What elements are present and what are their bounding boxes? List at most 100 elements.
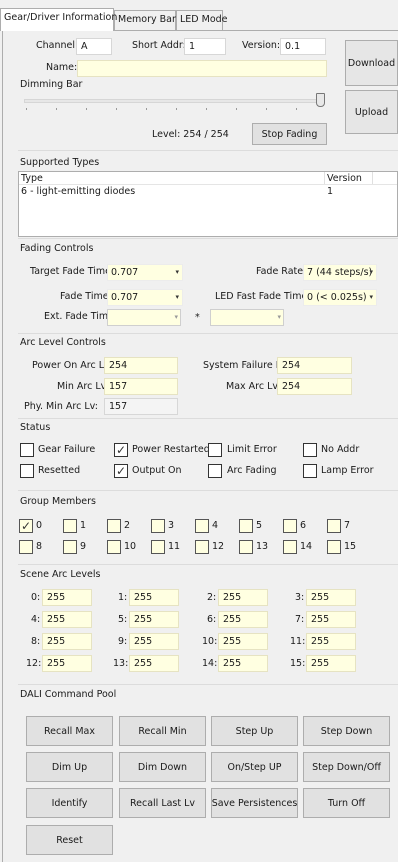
stop-fading-button[interactable]: Stop Fading (252, 123, 327, 145)
step-up-button[interactable]: Step Up (211, 716, 298, 746)
scene-3-label: 3: (295, 592, 305, 603)
check-icon: ✓ (115, 464, 127, 478)
version-column-header[interactable]: Version (327, 173, 362, 184)
power-on-arc-input[interactable]: 254 (104, 357, 178, 374)
scene-5-input[interactable]: 255 (129, 611, 179, 628)
tab-led-mode[interactable]: LED Mode (176, 10, 228, 30)
target-fade-time-select[interactable]: 0.707 ▾ (107, 264, 183, 281)
fade-rate-label: Fade Rate: (256, 266, 307, 277)
target-fade-time-label: Target Fade Time: (30, 266, 115, 277)
group-11-checkbox[interactable] (151, 540, 165, 554)
fade-time-select[interactable]: 0.707 ▾ (107, 289, 183, 306)
scene-15-input[interactable]: 255 (306, 655, 356, 672)
step-down-off-button[interactable]: Step Down/Off (303, 752, 390, 782)
type-column-header[interactable]: Type (21, 173, 43, 184)
no-addr-checkbox[interactable] (303, 443, 317, 457)
group-1-checkbox[interactable] (63, 519, 77, 533)
on-step-up-button[interactable]: On/Step UP (211, 752, 298, 782)
list-item-type[interactable]: 6 - light-emitting diodes (21, 186, 135, 197)
download-button[interactable]: Download (345, 40, 398, 86)
dimming-slider-track[interactable] (24, 99, 324, 103)
ext-fade-base-select[interactable]: ▾ (107, 309, 181, 326)
output-on-checkbox[interactable]: ✓ (114, 464, 128, 478)
tab-gear-driver-information[interactable]: Gear/Driver Information (0, 8, 117, 31)
group-12-checkbox[interactable] (195, 540, 209, 554)
scene-6-input[interactable]: 255 (218, 611, 268, 628)
scene-6-label: 6: (207, 614, 217, 625)
group-8-checkbox[interactable] (19, 540, 33, 554)
list-item-version[interactable]: 1 (327, 186, 333, 197)
power-restarted-label: Power Restarted (132, 444, 210, 455)
scene-4-input[interactable]: 255 (42, 611, 92, 628)
max-arc-label: Max Arc Lv: (226, 381, 281, 392)
identify-button[interactable]: Identify (26, 788, 113, 818)
arc-fading-checkbox[interactable] (208, 464, 222, 478)
scene-2-input[interactable]: 255 (218, 589, 268, 606)
scene-7-input[interactable]: 255 (306, 611, 356, 628)
name-label: Name: (46, 62, 78, 73)
scene-12-input[interactable]: 255 (42, 655, 92, 672)
supported-types-list[interactable]: Type Version 6 - light-emitting diodes 1 (18, 171, 398, 237)
scene-1-input[interactable]: 255 (129, 589, 179, 606)
chevron-down-icon: ▾ (175, 293, 179, 301)
group-3-label: 3 (168, 520, 175, 531)
name-input[interactable] (77, 60, 327, 77)
min-arc-input[interactable]: 157 (104, 378, 178, 395)
system-failure-input[interactable]: 254 (277, 357, 352, 374)
group-14-checkbox[interactable] (283, 540, 297, 554)
scene-14-input[interactable]: 255 (218, 655, 268, 672)
group-5-checkbox[interactable] (239, 519, 253, 533)
resetted-checkbox[interactable] (20, 464, 34, 478)
group-members-title: Group Members (20, 496, 96, 507)
output-on-label: Output On (132, 465, 182, 476)
group-0-checkbox[interactable]: ✓ (19, 519, 33, 533)
group-2-label: 2 (124, 520, 131, 531)
group-2-checkbox[interactable] (107, 519, 121, 533)
scene-0-input[interactable]: 255 (42, 589, 92, 606)
scene-10-input[interactable]: 255 (218, 633, 268, 650)
scene-13-input[interactable]: 255 (129, 655, 179, 672)
dimming-slider-thumb[interactable] (316, 93, 325, 107)
chevron-down-icon: ▾ (174, 313, 178, 321)
fade-rate-select[interactable]: 7 (44 steps/s) ▾ (303, 264, 377, 281)
recall-last-lv-button[interactable]: Recall Last Lv (119, 788, 206, 818)
group-6-checkbox[interactable] (283, 519, 297, 533)
ext-fade-multiplier-select[interactable]: ▾ (210, 309, 284, 326)
power-restarted-checkbox[interactable]: ✓ (114, 443, 128, 457)
save-persistences-button[interactable]: Save Persistences (211, 788, 298, 818)
limit-error-checkbox[interactable] (208, 443, 222, 457)
group-9-checkbox[interactable] (63, 540, 77, 554)
led-fast-fade-time-select[interactable]: 0 (< 0.025s) ▾ (303, 289, 377, 306)
group-7-checkbox[interactable] (327, 519, 341, 533)
max-arc-input[interactable]: 254 (277, 378, 352, 395)
recall-max-button[interactable]: Recall Max (26, 716, 113, 746)
lamp-error-checkbox[interactable] (303, 464, 317, 478)
group-15-checkbox[interactable] (327, 540, 341, 554)
scene-3-input[interactable]: 255 (306, 589, 356, 606)
gear-failure-checkbox[interactable] (20, 443, 34, 457)
group-0-label: 0 (36, 520, 43, 531)
reset-button[interactable]: Reset (26, 825, 113, 855)
dali-command-pool-title: DALI Command Pool (20, 689, 117, 700)
group-4-label: 4 (212, 520, 219, 531)
scene-5-label: 5: (118, 614, 128, 625)
group-10-checkbox[interactable] (107, 540, 121, 554)
led-fast-fade-time-label: LED Fast Fade Time: (215, 291, 311, 302)
step-down-button[interactable]: Step Down (303, 716, 390, 746)
chevron-down-icon: ▾ (175, 268, 179, 276)
group-1-label: 1 (80, 520, 87, 531)
scene-10-label: 10: (202, 636, 218, 647)
group-4-checkbox[interactable] (195, 519, 209, 533)
tab-memory-bank[interactable]: Memory Bank (114, 10, 184, 30)
group-3-checkbox[interactable] (151, 519, 165, 533)
upload-button[interactable]: Upload (345, 90, 398, 134)
dim-down-button[interactable]: Dim Down (119, 752, 206, 782)
group-13-checkbox[interactable] (239, 540, 253, 554)
dim-up-button[interactable]: Dim Up (26, 752, 113, 782)
recall-min-button[interactable]: Recall Min (119, 716, 206, 746)
scene-9-input[interactable]: 255 (129, 633, 179, 650)
channel-field: A (76, 38, 112, 55)
scene-8-input[interactable]: 255 (42, 633, 92, 650)
turn-off-button[interactable]: Turn Off (303, 788, 390, 818)
scene-11-input[interactable]: 255 (306, 633, 356, 650)
